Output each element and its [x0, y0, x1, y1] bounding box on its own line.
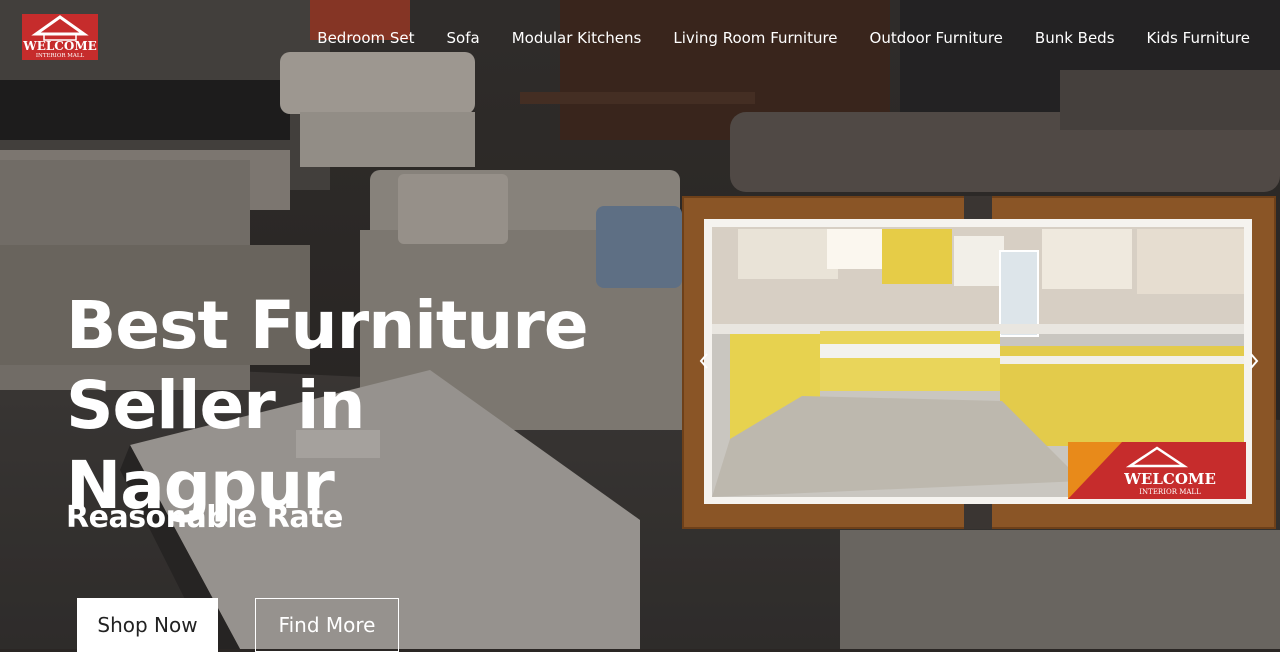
hero-subtitle: Reasonable Rate — [66, 500, 343, 535]
nav-item-living-room-furniture[interactable]: Living Room Furniture — [657, 26, 853, 50]
nav-item-outdoor-furniture[interactable]: Outdoor Furniture — [854, 26, 1019, 50]
svg-text:WELCOME: WELCOME — [1123, 470, 1216, 488]
nav-item-kids-furniture[interactable]: Kids Furniture — [1131, 26, 1266, 50]
product-slider-image[interactable]: WELCOME INTERIOR MALL — [682, 196, 1276, 529]
svg-text:INTERIOR MALL: INTERIOR MALL — [1139, 488, 1201, 496]
slider-next-arrow[interactable] — [1248, 352, 1260, 370]
nav-item-bedroom-set[interactable]: Bedroom Set — [301, 26, 430, 50]
svg-text:WELCOME: WELCOME — [22, 39, 97, 53]
nav-item-bunk-beds[interactable]: Bunk Beds — [1019, 26, 1131, 50]
find-more-button[interactable]: Find More — [255, 598, 399, 652]
nav-item-sofa[interactable]: Sofa — [431, 26, 496, 50]
shop-now-button[interactable]: Shop Now — [77, 598, 218, 652]
main-nav: Bedroom Set Sofa Modular Kitchens Living… — [301, 26, 1266, 50]
hero-title: Best Furniture Seller in Nagpur — [66, 287, 589, 524]
brand-logo[interactable]: WELCOME INTERIOR MALL — [22, 14, 98, 60]
svg-text:INTERIOR MALL: INTERIOR MALL — [36, 53, 85, 59]
nav-item-modular-kitchens[interactable]: Modular Kitchens — [496, 26, 658, 50]
slider-prev-arrow[interactable] — [698, 352, 710, 370]
